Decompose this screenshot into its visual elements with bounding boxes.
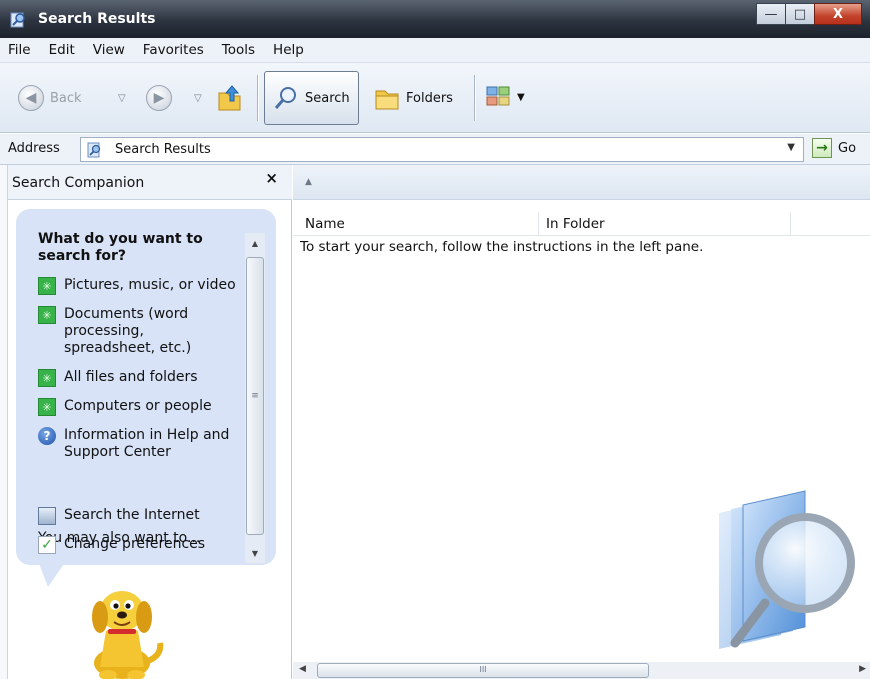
option-change-preferences[interactable]: ✓ Change preferences xyxy=(38,536,243,554)
column-divider[interactable] xyxy=(538,212,539,236)
toolbar-separator xyxy=(257,75,258,121)
option-pictures-music-video[interactable]: ✳ Pictures, music, or video xyxy=(38,277,243,295)
back-button[interactable]: ◀ Back xyxy=(18,85,82,111)
help-icon: ? xyxy=(38,427,56,445)
scroll-thumb[interactable]: ≡ xyxy=(246,257,264,535)
scroll-left-icon[interactable]: ◀ xyxy=(299,664,306,674)
toolbar: ◀ Back ▽ ▶ ▽ Search Folders ▼ xyxy=(0,63,870,133)
option-label: All files and folders xyxy=(64,369,198,385)
scroll-right-icon[interactable]: ▶ xyxy=(859,664,866,674)
close-icon: X xyxy=(832,6,844,22)
option-help-support[interactable]: ? Information in Help and Support Center xyxy=(38,427,233,461)
back-arrow-icon: ◀ xyxy=(18,85,44,111)
results-message: To start your search, follow the instruc… xyxy=(300,239,704,255)
minimize-icon: — xyxy=(764,6,778,22)
horizontal-scrollbar[interactable]: ◀ III ▶ xyxy=(293,662,870,679)
option-documents[interactable]: ✳ Documents (word processing, spreadshee… xyxy=(38,306,208,357)
window-title: Search Results xyxy=(38,11,156,27)
menu-view[interactable]: View xyxy=(93,42,125,58)
maximize-icon: □ xyxy=(793,6,807,22)
magnifier-icon xyxy=(274,87,296,109)
back-history-dropdown-icon[interactable]: ▽ xyxy=(118,93,126,104)
up-folder-icon[interactable] xyxy=(216,83,244,113)
option-label: Change preferences xyxy=(64,536,206,552)
search-button[interactable]: Search xyxy=(264,71,359,125)
results-pane: ▲ Name In Folder To start your search, f… xyxy=(293,165,870,679)
search-question: What do you want to search for? xyxy=(38,231,203,264)
column-header-name[interactable]: Name xyxy=(305,216,345,232)
address-field[interactable]: Search Results ▼ xyxy=(80,137,804,162)
menu-file[interactable]: File xyxy=(8,42,31,58)
views-dropdown-icon: ▼ xyxy=(517,91,525,103)
column-headers: Name In Folder xyxy=(293,212,870,236)
title-bar: Search Results — □ X xyxy=(0,0,870,38)
green-star-icon: ✳ xyxy=(38,306,56,324)
window-left-frame xyxy=(0,165,8,679)
pane-header: Search Companion × xyxy=(8,165,292,200)
option-label: Pictures, music, or video xyxy=(64,277,236,293)
address-dropdown-icon[interactable]: ▼ xyxy=(787,142,795,153)
go-arrow-icon: → xyxy=(812,138,832,158)
option-label: Computers or people xyxy=(64,398,212,414)
toolbar-separator xyxy=(474,75,475,121)
window-controls: — □ X xyxy=(756,3,862,25)
folder-icon xyxy=(375,90,399,110)
collapse-arrow-icon[interactable]: ▲ xyxy=(305,177,312,187)
green-star-icon: ✳ xyxy=(38,277,56,295)
search-window-icon xyxy=(10,12,25,28)
option-label: Information in Help and Support Center xyxy=(64,427,230,460)
search-companion-pane: Search Companion × What do you want to s… xyxy=(8,165,292,679)
menu-edit[interactable]: Edit xyxy=(49,42,75,58)
go-label: Go xyxy=(838,140,857,156)
option-computers-people[interactable]: ✳ Computers or people xyxy=(38,398,243,416)
maximize-button[interactable]: □ xyxy=(785,3,815,25)
option-all-files-folders[interactable]: ✳ All files and folders xyxy=(38,369,243,387)
go-button[interactable]: → Go xyxy=(812,138,856,158)
close-button[interactable]: X xyxy=(814,3,862,25)
checkmark-icon: ✓ xyxy=(38,536,56,554)
search-results-icon xyxy=(87,142,101,158)
scroll-thumb[interactable]: III xyxy=(317,663,649,678)
search-label: Search xyxy=(305,90,350,106)
views-button[interactable]: ▼ xyxy=(486,85,525,109)
column-header-in-folder[interactable]: In Folder xyxy=(546,216,605,232)
folders-button[interactable]: Folders xyxy=(374,85,453,111)
column-divider[interactable] xyxy=(790,212,791,236)
option-search-internet[interactable]: Search the Internet xyxy=(38,507,243,525)
search-documents-magnifier-icon xyxy=(719,490,855,649)
option-label: Documents (word processing, spreadsheet,… xyxy=(64,306,192,356)
scroll-up-icon[interactable]: ▲ xyxy=(245,233,265,253)
internet-search-icon xyxy=(38,507,56,525)
pane-close-icon[interactable]: × xyxy=(265,169,278,187)
forward-button[interactable]: ▶ xyxy=(146,85,172,111)
address-value: Search Results xyxy=(115,142,211,157)
option-label: Search the Internet xyxy=(64,507,200,523)
search-balloon: What do you want to search for? ✳ Pictur… xyxy=(16,209,276,565)
address-label: Address xyxy=(8,141,60,156)
balloon-tail xyxy=(38,561,66,587)
forward-history-dropdown-icon[interactable]: ▽ xyxy=(194,93,202,104)
menu-help[interactable]: Help xyxy=(273,42,304,58)
scroll-down-icon[interactable]: ▼ xyxy=(245,543,265,563)
folders-label: Folders xyxy=(406,90,453,106)
green-star-icon: ✳ xyxy=(38,369,56,387)
search-dog-icon[interactable] xyxy=(78,581,164,679)
back-label: Back xyxy=(50,90,82,106)
menu-tools[interactable]: Tools xyxy=(222,42,255,58)
vertical-scrollbar[interactable]: ▲ ≡ ▼ xyxy=(245,233,265,563)
views-icon xyxy=(486,86,510,106)
pane-title: Search Companion xyxy=(12,175,145,191)
results-header-strip: ▲ xyxy=(293,165,870,200)
menu-favorites[interactable]: Favorites xyxy=(143,42,204,58)
menu-bar: File Edit View Favorites Tools Help xyxy=(0,38,870,63)
minimize-button[interactable]: — xyxy=(756,3,786,25)
address-bar: Address Search Results ▼ → Go xyxy=(0,134,870,165)
green-star-icon: ✳ xyxy=(38,398,56,416)
forward-arrow-icon: ▶ xyxy=(146,85,172,111)
